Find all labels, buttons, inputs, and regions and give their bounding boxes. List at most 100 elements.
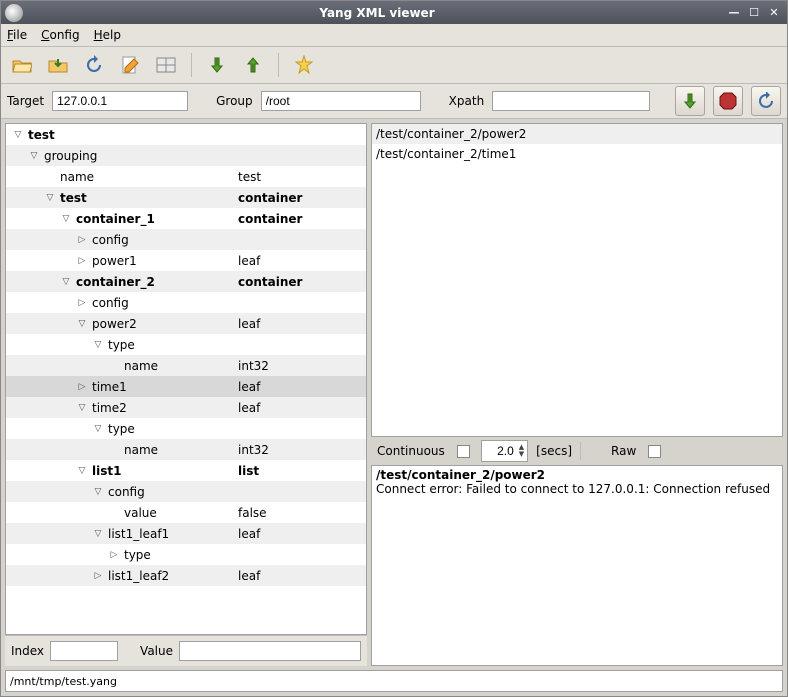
log-panel[interactable]: /test/container_2/power2 Connect error: … [371,465,783,666]
tree-row[interactable]: ▽grouping [6,145,366,166]
tree-row[interactable]: name int32 [6,355,366,376]
maximize-button[interactable]: ☐ [747,6,761,20]
tree-node-name: type [124,548,151,562]
toolbar-sep [278,53,279,77]
xpath-input[interactable] [492,91,650,111]
tree-node-name: test [60,191,87,205]
tree-row[interactable]: ▽container_1container [6,208,366,229]
disclosure-icon[interactable]: ▽ [28,150,40,162]
tree-row[interactable]: ▽time2leaf [6,397,366,418]
menu-help[interactable]: Help [94,28,121,42]
tree-row[interactable]: ▽type [6,334,366,355]
refresh-button[interactable] [751,86,781,116]
index-input[interactable] [50,641,118,661]
toolbar-sep [191,53,192,77]
disclosure-icon[interactable]: ▽ [76,465,88,477]
tree-row[interactable]: ▷config [6,292,366,313]
edit-button[interactable] [115,50,145,80]
menu-config[interactable]: Config [41,28,80,42]
folder-open-icon [12,56,32,74]
continuous-bar: Continuous ▲▼ [secs] Raw [371,437,783,465]
save-button[interactable] [43,50,73,80]
tree-node-value: int32 [238,359,269,373]
status-bar: /mnt/tmp/test.yang [5,670,783,692]
tree-node-name: list1_leaf1 [108,527,169,541]
xpath-row[interactable]: /test/container_2/power2 [372,124,782,144]
tree-row[interactable]: ▷power1leaf [6,250,366,271]
value-input[interactable] [179,641,361,661]
interval-input[interactable] [482,444,516,458]
disclosure-icon[interactable]: ▽ [76,402,88,414]
xpath-row[interactable]: /test/container_2/time1 [372,144,782,164]
tree-row[interactable]: ▽ type [6,418,366,439]
tree-node-name: time2 [92,401,127,415]
tree-row[interactable]: ▽config [6,481,366,502]
interval-spinner[interactable]: ▲▼ [481,440,528,462]
refresh-icon [757,92,775,110]
index-bar: Index Value [5,635,367,666]
disclosure-icon[interactable]: ▽ [92,528,104,540]
group-input[interactable] [261,91,421,111]
tree-row[interactable]: ▷config [6,229,366,250]
disclosure-icon[interactable]: ▷ [76,234,88,246]
tree-node-value: test [238,170,261,184]
tree-row[interactable]: nameint32 [6,439,366,460]
tree-node-name: type [108,422,135,436]
tree-row[interactable]: ▽list1list [6,460,366,481]
index-label: Index [11,644,44,658]
disclosure-icon[interactable]: ▽ [12,129,24,141]
disclosure-icon[interactable]: ▽ [92,486,104,498]
stop-button[interactable] [713,86,743,116]
raw-checkbox[interactable] [648,445,661,458]
arrow-up-button[interactable] [238,50,268,80]
tree-node-name: name [124,359,158,373]
tree-node-value: leaf [238,380,260,394]
tree-row[interactable]: name test [6,166,366,187]
group-label: Group [216,94,253,108]
disclosure-icon[interactable]: ▷ [76,297,88,309]
tree-row[interactable]: ▽container_2container [6,271,366,292]
continuous-checkbox[interactable] [457,445,470,458]
tree-row[interactable]: ▷list1_leaf2leaf [6,565,366,586]
tree-node-name: time1 [92,380,127,394]
arrow-down-icon [681,92,699,110]
target-input[interactable] [52,91,188,111]
xpath-list[interactable]: /test/container_2/power2/test/container_… [371,123,783,437]
tree-node-value: list [238,464,259,478]
tree-view[interactable]: ▽test▽groupingnametest▽testcontainer▽con… [5,123,367,635]
tree-row[interactable]: ▷ type [6,544,366,565]
target-label: Target [7,94,44,108]
star-button[interactable] [289,50,319,80]
tree-row[interactable]: valuefalse [6,502,366,523]
view-button[interactable] [151,50,181,80]
run-button[interactable] [675,86,705,116]
tree-row[interactable]: ▽power2leaf [6,313,366,334]
disclosure-icon[interactable]: ▽ [60,213,72,225]
disclosure-icon[interactable]: ▷ [108,549,120,561]
close-button[interactable]: ✕ [767,6,781,20]
disclosure-icon[interactable]: ▷ [76,255,88,267]
arrow-down-button[interactable] [202,50,232,80]
status-path: /mnt/tmp/test.yang [10,675,117,688]
log-message: Connect error: Failed to connect to 127.… [376,482,778,496]
menu-file[interactable]: File [7,28,27,42]
disclosure-icon[interactable]: ▽ [60,276,72,288]
tree-row[interactable]: ▽testcontainer [6,187,366,208]
disclosure-icon[interactable]: ▷ [76,381,88,393]
tree-node-name: name [60,170,94,184]
tree-node-value: container [238,212,302,226]
disclosure-icon[interactable]: ▽ [92,339,104,351]
stop-icon [719,92,737,110]
disclosure-icon[interactable]: ▽ [92,423,104,435]
tree-row[interactable]: ▷ time1 leaf [6,376,366,397]
tree-node-name: value [124,506,157,520]
reload-button[interactable] [79,50,109,80]
spinner-arrows-icon[interactable]: ▲▼ [516,444,527,458]
disclosure-icon[interactable]: ▽ [44,192,56,204]
disclosure-icon[interactable]: ▷ [92,570,104,582]
open-file-button[interactable] [7,50,37,80]
disclosure-icon[interactable]: ▽ [76,318,88,330]
minimize-button[interactable]: — [727,6,741,20]
tree-row[interactable]: ▽list1_leaf1leaf [6,523,366,544]
tree-row[interactable]: ▽test [6,124,366,145]
